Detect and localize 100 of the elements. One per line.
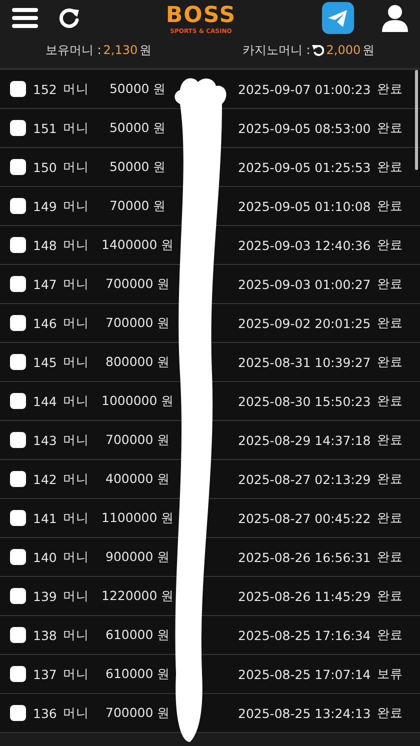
row-id: 140: [33, 550, 57, 564]
balance-label: 보유머니 :: [45, 42, 102, 58]
row-amount: 610000 원: [104, 666, 172, 682]
row-type: 머니: [62, 588, 89, 604]
row-date: 2025-08-29 14:37:18: [238, 432, 370, 448]
row-checkbox[interactable]: [10, 471, 26, 487]
row-amount: 50000 원: [108, 80, 168, 98]
row-type: 머니: [62, 666, 89, 682]
row-checkbox[interactable]: [10, 510, 26, 526]
row-checkbox[interactable]: [10, 354, 26, 370]
row-checkbox[interactable]: [10, 198, 26, 214]
row-id: 137: [33, 666, 57, 682]
row-id: 149: [33, 198, 57, 214]
row-status: 완료: [376, 626, 404, 644]
row-type: 머니: [62, 80, 89, 98]
row-id: 144: [33, 394, 57, 408]
row-id: 139: [33, 588, 57, 604]
balance-unit: 원: [362, 42, 375, 58]
row-type: 머니: [62, 510, 89, 526]
row-checkbox[interactable]: [10, 627, 26, 643]
paper-plane-icon[interactable]: [322, 2, 354, 34]
row-amount: 70000 원: [108, 198, 168, 214]
row-checkbox[interactable]: [10, 393, 26, 409]
row-status: 완료: [376, 120, 404, 136]
row-type: 머니: [62, 198, 89, 214]
row-id: 145: [33, 354, 57, 370]
row-id: 143: [33, 432, 57, 448]
user-icon[interactable]: [382, 4, 408, 32]
menu-icon[interactable]: [12, 8, 38, 28]
row-type: 머니: [62, 276, 89, 292]
row-date: 2025-08-25 17:16:34: [238, 628, 370, 642]
row-type: 머니: [62, 314, 89, 332]
row-amount: 700000 원: [104, 432, 172, 448]
row-date: 2025-08-26 11:45:29: [238, 588, 370, 604]
row-checkbox[interactable]: [10, 705, 26, 721]
row-status: 완료: [376, 354, 404, 370]
row-status: 완료: [376, 314, 404, 332]
row-checkbox[interactable]: [10, 666, 26, 682]
row-status: 완료: [376, 548, 404, 566]
row-date: 2025-09-02 20:01:25: [238, 316, 370, 330]
row-date: 2025-08-30 15:50:23: [238, 394, 370, 408]
row-id: 138: [33, 628, 57, 642]
row-amount: 900000 원: [104, 548, 172, 566]
row-type: 머니: [62, 470, 89, 488]
row-date: 2025-09-05 01:25:53: [238, 160, 370, 174]
balance-unit: 원: [140, 42, 152, 58]
row-amount: 700000 원: [104, 276, 172, 292]
row-checkbox[interactable]: [10, 237, 26, 253]
row-checkbox[interactable]: [10, 588, 26, 604]
row-status: 완료: [376, 470, 404, 488]
row-checkbox[interactable]: [10, 120, 26, 136]
row-date: 2025-08-31 10:39:27: [238, 354, 370, 370]
refresh-icon[interactable]: [58, 7, 80, 29]
row-amount: 700000 원: [104, 704, 172, 722]
row-type: 머니: [62, 704, 89, 722]
row-date: 2025-09-05 01:10:08: [238, 198, 370, 214]
row-id: 146: [33, 316, 57, 330]
row-checkbox[interactable]: [10, 276, 26, 292]
row-status: 완료: [376, 198, 404, 214]
row-date: 2025-09-03 12:40:36: [238, 238, 370, 252]
row-type: 머니: [62, 158, 89, 176]
row-id: 150: [33, 160, 57, 174]
row-status: 보류: [376, 666, 404, 682]
row-type: 머니: [62, 120, 89, 136]
row-type: 머니: [62, 626, 89, 644]
refresh-icon[interactable]: [312, 44, 324, 56]
row-type: 머니: [62, 548, 89, 566]
row-date: 2025-08-26 16:56:31: [238, 550, 370, 564]
row-date: 2025-08-25 13:24:13: [238, 706, 370, 720]
row-checkbox[interactable]: [10, 159, 26, 175]
row-amount: 700000 원: [104, 314, 172, 332]
balance-label: 카지노머니 :: [242, 42, 310, 58]
row-amount: 1000000 원: [100, 392, 176, 410]
row-amount: 1400000 원: [100, 236, 176, 254]
row-id: 142: [33, 472, 57, 486]
row-date: 2025-09-05 08:53:00: [238, 120, 370, 136]
row-status: 완료: [376, 704, 404, 722]
row-checkbox[interactable]: [10, 432, 26, 448]
row-date: 2025-08-27 02:13:29: [238, 472, 370, 486]
row-checkbox[interactable]: [10, 549, 26, 565]
row-checkbox[interactable]: [10, 315, 26, 331]
row-id: 147: [33, 276, 57, 292]
row-checkbox[interactable]: [10, 81, 26, 97]
row-status: 완료: [376, 432, 404, 448]
row-amount: 1220000 원: [100, 588, 176, 604]
row-amount: 800000 원: [104, 354, 172, 370]
row-status: 완료: [376, 510, 404, 526]
row-id: 141: [33, 510, 57, 526]
row-id: 136: [33, 706, 57, 720]
scrollbar[interactable]: [415, 70, 418, 170]
row-date: 2025-08-25 17:07:14: [238, 666, 370, 682]
row-date: 2025-08-27 00:45:22: [238, 510, 370, 526]
row-status: 완료: [376, 392, 404, 410]
row-status: 완료: [376, 158, 404, 176]
row-date: 2025-09-07 01:00:23: [238, 82, 370, 96]
row-type: 머니: [62, 354, 89, 370]
row-id: 151: [33, 120, 57, 136]
balance-amount: 2,000: [326, 43, 361, 57]
row-type: 머니: [62, 432, 89, 448]
row-status: 완료: [376, 588, 404, 604]
